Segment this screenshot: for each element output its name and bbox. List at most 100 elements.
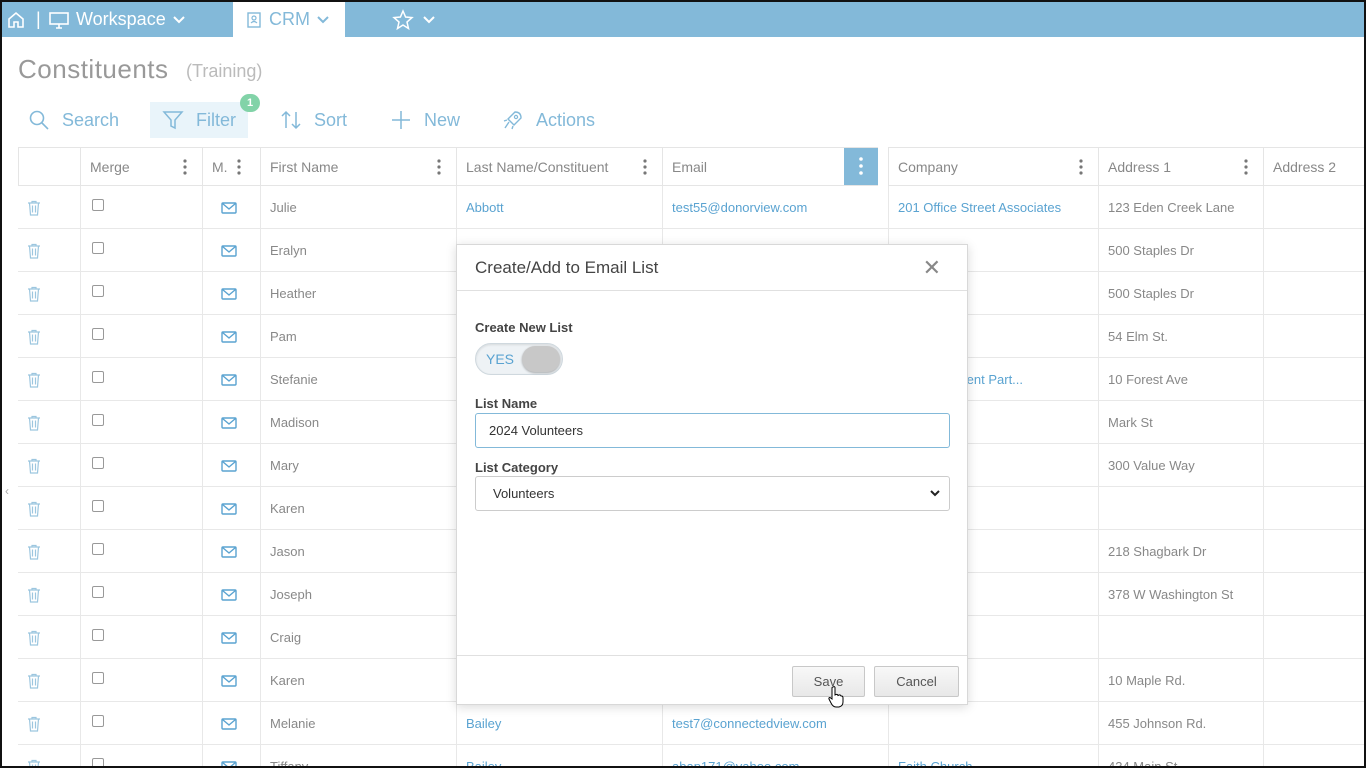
merge-checkbox[interactable] bbox=[92, 456, 104, 469]
merge-checkbox[interactable] bbox=[92, 714, 104, 727]
last-name-cell[interactable]: Bailey bbox=[456, 745, 662, 766]
home-button[interactable] bbox=[6, 2, 26, 37]
merge-checkbox[interactable] bbox=[92, 284, 104, 297]
delete-cell bbox=[18, 229, 80, 272]
list-category-value: Volunteers bbox=[493, 486, 555, 501]
mail-icon[interactable] bbox=[221, 631, 237, 644]
mail-icon[interactable] bbox=[221, 502, 237, 515]
address1-cell: Mark St bbox=[1098, 401, 1263, 444]
delete-cell bbox=[18, 358, 80, 401]
mail-icon[interactable] bbox=[221, 674, 237, 687]
column-menu-icon[interactable] bbox=[176, 158, 194, 176]
trash-icon[interactable] bbox=[27, 286, 41, 302]
trash-icon[interactable] bbox=[27, 716, 41, 732]
email-cell[interactable]: test55@donorview.com bbox=[662, 186, 888, 229]
mail-icon[interactable] bbox=[221, 760, 237, 768]
table-row[interactable]: Melanie Bailey test7@connectedview.com 455 … bbox=[18, 702, 1364, 745]
email-cell[interactable]: test7@connectedview.com bbox=[662, 702, 888, 745]
mail-icon[interactable] bbox=[221, 717, 237, 730]
trash-icon[interactable] bbox=[27, 759, 41, 768]
list-category-select[interactable]: Volunteers bbox=[475, 476, 950, 511]
mail-cell bbox=[202, 487, 260, 530]
mail-icon[interactable] bbox=[221, 244, 237, 257]
company-cell[interactable]: Faith Church bbox=[888, 745, 1098, 766]
merge-checkbox[interactable] bbox=[92, 585, 104, 598]
column-header-merge[interactable]: Merge bbox=[80, 147, 202, 186]
table-row[interactable]: Tiffany Bailey abap171@yahoo.com Faith Chur… bbox=[18, 745, 1364, 768]
sort-label: Sort bbox=[314, 109, 348, 130]
trash-icon[interactable] bbox=[27, 415, 41, 431]
favorites-menu[interactable] bbox=[392, 2, 436, 37]
new-button[interactable]: New bbox=[390, 102, 460, 138]
cancel-button[interactable]: Cancel bbox=[874, 666, 959, 697]
company-cell[interactable]: 201 Office Street Associates bbox=[888, 186, 1098, 229]
trash-icon[interactable] bbox=[27, 458, 41, 474]
mail-icon[interactable] bbox=[221, 416, 237, 429]
workspace-menu[interactable]: Workspace bbox=[48, 2, 186, 37]
merge-checkbox[interactable] bbox=[92, 628, 104, 641]
star-icon bbox=[392, 8, 414, 30]
trash-icon[interactable] bbox=[27, 200, 41, 216]
trash-icon[interactable] bbox=[27, 329, 41, 345]
merge-checkbox[interactable] bbox=[92, 198, 104, 211]
column-menu-icon[interactable] bbox=[230, 158, 248, 176]
app-window: | Workspace CRM Constituents (Training) … bbox=[0, 0, 1366, 768]
trash-icon[interactable] bbox=[27, 544, 41, 560]
column-header-company[interactable]: Company bbox=[888, 147, 1098, 186]
merge-checkbox[interactable] bbox=[92, 413, 104, 426]
trash-icon[interactable] bbox=[27, 372, 41, 388]
column-header-last-name[interactable]: Last Name/Constituent bbox=[456, 147, 662, 186]
merge-checkbox[interactable] bbox=[92, 757, 104, 766]
trash-icon[interactable] bbox=[27, 501, 41, 517]
last-name-cell[interactable]: Bailey bbox=[456, 702, 662, 745]
merge-checkbox[interactable] bbox=[92, 499, 104, 512]
list-name-input[interactable]: 2024 Volunteers bbox=[475, 413, 950, 448]
delete-cell bbox=[18, 401, 80, 444]
column-header-first-name[interactable]: First Name bbox=[260, 147, 456, 186]
mail-icon[interactable] bbox=[221, 545, 237, 558]
mail-icon[interactable] bbox=[221, 373, 237, 386]
merge-checkbox[interactable] bbox=[92, 327, 104, 340]
trash-icon[interactable] bbox=[27, 243, 41, 259]
column-menu-icon[interactable] bbox=[844, 148, 878, 185]
mail-icon[interactable] bbox=[221, 330, 237, 343]
actions-button[interactable]: Actions bbox=[502, 102, 595, 138]
merge-checkbox[interactable] bbox=[92, 671, 104, 684]
last-name-cell[interactable]: Abbott bbox=[456, 186, 662, 229]
column-header-email[interactable]: Email bbox=[662, 147, 878, 186]
merge-checkbox[interactable] bbox=[92, 542, 104, 555]
mail-icon[interactable] bbox=[221, 287, 237, 300]
column-header-address2[interactable]: Address 2 bbox=[1263, 147, 1364, 186]
filter-button[interactable]: Filter 1 bbox=[150, 94, 260, 138]
first-name-cell: Pam bbox=[260, 315, 456, 358]
mail-icon[interactable] bbox=[221, 588, 237, 601]
mail-icon[interactable] bbox=[221, 201, 237, 214]
merge-checkbox[interactable] bbox=[92, 370, 104, 383]
merge-checkbox[interactable] bbox=[92, 241, 104, 254]
email-cell[interactable]: abap171@yahoo.com bbox=[662, 745, 888, 766]
create-new-list-toggle[interactable]: YES bbox=[475, 343, 563, 375]
mail-icon[interactable] bbox=[221, 459, 237, 472]
column-menu-icon[interactable] bbox=[430, 158, 448, 176]
mail-cell bbox=[202, 315, 260, 358]
delete-cell bbox=[18, 702, 80, 745]
column-menu-icon[interactable] bbox=[636, 158, 654, 176]
trash-icon[interactable] bbox=[27, 630, 41, 646]
search-button[interactable]: Search bbox=[28, 102, 119, 138]
trash-icon[interactable] bbox=[27, 673, 41, 689]
column-header-label: Company bbox=[898, 158, 958, 175]
column-menu-icon[interactable] bbox=[1072, 158, 1090, 176]
trash-icon[interactable] bbox=[27, 587, 41, 603]
company-cell[interactable] bbox=[888, 702, 1098, 745]
table-row[interactable]: Julie Abbott test55@donorview.com 201 Offic… bbox=[18, 186, 1364, 229]
column-header-address1[interactable]: Address 1 bbox=[1098, 147, 1263, 186]
first-name-cell: Julie bbox=[260, 186, 456, 229]
column-menu-icon[interactable] bbox=[1237, 158, 1255, 176]
close-icon[interactable]: ✕ bbox=[923, 257, 941, 279]
sort-button[interactable]: Sort bbox=[280, 102, 347, 138]
chevron-left-icon[interactable]: ‹ bbox=[5, 484, 9, 498]
toggle-knob bbox=[522, 346, 560, 372]
column-header-m[interactable]: M. bbox=[202, 147, 260, 186]
tab-crm[interactable]: CRM bbox=[233, 2, 345, 37]
column-header-label: Last Name/Constituent bbox=[466, 158, 609, 175]
